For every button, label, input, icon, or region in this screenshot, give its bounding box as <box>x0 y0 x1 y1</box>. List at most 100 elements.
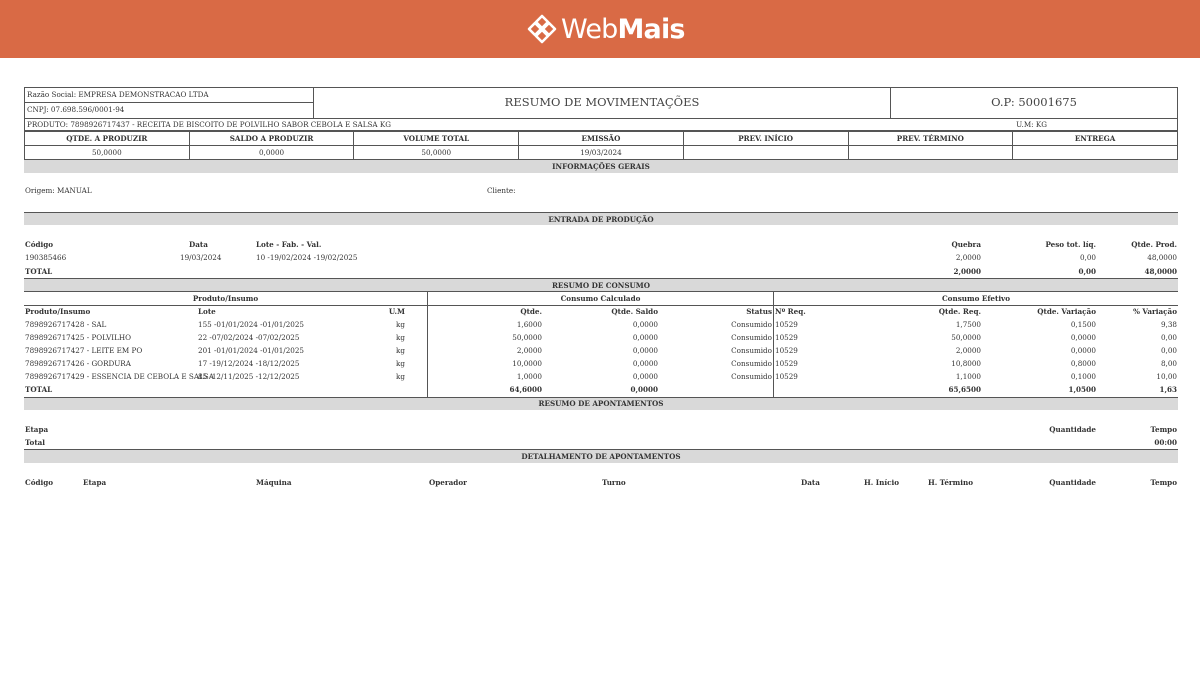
consumo-cell-var: 0,0000 <box>1070 346 1096 355</box>
det-col-data: Data <box>801 478 820 487</box>
consumo-cell-var: 0,1000 <box>1070 372 1096 381</box>
consumo-cell-lote: 85 -12/11/2025 -12/12/2025 <box>198 372 300 381</box>
col-produto: Produto/Insumo <box>25 307 91 316</box>
summary-header: QTDE. A PRODUZIR <box>24 131 190 146</box>
entrada-header-data: Data <box>189 240 208 249</box>
summary-table: QTDE. A PRODUZIR SALDO A PRODUZIR VOLUME… <box>24 131 1178 160</box>
entrada-data: 19/03/2024 <box>180 253 222 262</box>
consumo-cell-nreq: 10529 <box>775 346 798 355</box>
consumo-cell-nreq: 10529 <box>775 372 798 381</box>
consumo-cell-var: 0,8000 <box>1070 359 1096 368</box>
apont-etapa: Etapa <box>25 425 49 434</box>
consumo-cell-var: 0,0000 <box>1070 333 1096 342</box>
group-produto-insumo: Produto/Insumo <box>192 294 259 303</box>
entrada-header-qtde: Qtde. Prod. <box>1131 240 1177 249</box>
apont-tempo: Tempo <box>1150 425 1177 434</box>
consumo-cell-lote: 22 -07/02/2024 -07/02/2025 <box>198 333 300 342</box>
divider <box>773 292 774 397</box>
info-gerais-body: Origem: MANUAL Cliente: <box>24 173 1178 212</box>
consumo-total-variacao: 1,0500 <box>1068 385 1096 394</box>
summary-header: PREV. INÍCIO <box>682 131 849 146</box>
col-saldo: Qtde. Saldo <box>611 307 658 316</box>
consumo-cell-um: kg <box>396 359 405 368</box>
consumo-cell-var: 0,1500 <box>1070 320 1096 329</box>
det-col-h-termino: H. Término <box>928 478 974 487</box>
col-lote: Lote <box>198 307 216 316</box>
top-banner: WebMais <box>0 0 1200 58</box>
consumo-cell-qreq: 1,1000 <box>955 372 981 381</box>
det-col-turno: Turno <box>602 478 626 487</box>
consumo-cell-nreq: 10529 <box>775 359 798 368</box>
consumo-total-qtde: 64,6000 <box>509 385 542 394</box>
col-nreq: Nº Req. <box>775 307 806 316</box>
consumo-cell-saldo: 0,0000 <box>632 320 658 329</box>
consumo-cell-qreq: 10,8000 <box>951 359 981 368</box>
summary-value: 50,0000 <box>353 145 520 160</box>
consumo-cell-produto: 7898926717427 - LEITE EM PO <box>25 346 143 355</box>
divider <box>24 449 1178 450</box>
unit-of-measure: U.M: KG <box>1016 120 1047 129</box>
consumo-body: Produto/Insumo Consumo Calculado Consumo… <box>24 291 1178 398</box>
report-document: Razão Social: EMPRESA DEMONSTRACAO LTDA … <box>24 87 1178 493</box>
det-col-quantidade: Quantidade <box>1049 478 1096 487</box>
consumo-cell-status: Consumido <box>731 320 772 329</box>
consumo-cell-saldo: 0,0000 <box>632 346 658 355</box>
consumo-cell-produto: 7898926717428 - SAL <box>25 320 107 329</box>
razao-social: Razão Social: EMPRESA DEMONSTRACAO LTDA <box>25 88 313 103</box>
consumo-cell-pvar: 0,00 <box>1160 333 1177 342</box>
section-resumo-consumo: RESUMO DE CONSUMO <box>24 278 1178 291</box>
summary-header-row: QTDE. A PRODUZIR SALDO A PRODUZIR VOLUME… <box>24 131 1178 146</box>
consumo-cell-pvar: 10,00 <box>1156 372 1177 381</box>
summary-value: 50,0000 <box>24 145 190 160</box>
consumo-cell-um: kg <box>396 372 405 381</box>
consumo-cell-pvar: 0,00 <box>1160 346 1177 355</box>
entrada-codigo: 190385466 <box>25 253 67 262</box>
consumo-cell-saldo: 0,0000 <box>632 333 658 342</box>
summary-header: EMISSÃO <box>518 131 684 146</box>
col-um: U.M <box>388 307 405 316</box>
apontamentos-body: Etapa Quantidade Tempo Total 00:00 <box>24 410 1178 450</box>
consumo-cell-qreq: 1,7500 <box>955 320 981 329</box>
group-consumo-calculado: Consumo Calculado <box>560 294 641 303</box>
consumo-cell-qtde: 1,6000 <box>516 320 542 329</box>
consumo-cell-qtde: 2,0000 <box>516 346 542 355</box>
consumo-cell-um: kg <box>396 320 405 329</box>
detalhamento-body: Código Etapa Máquina Operador Turno Data… <box>24 463 1178 493</box>
consumo-cell-saldo: 0,0000 <box>632 359 658 368</box>
col-variacao: Qtde. Variação <box>1037 307 1096 316</box>
consumo-cell-pvar: 9,38 <box>1160 320 1177 329</box>
summary-value-row: 50,0000 0,0000 50,0000 19/03/2024 <box>24 145 1178 160</box>
consumo-cell-lote: 201 -01/01/2024 -01/01/2025 <box>198 346 304 355</box>
consumo-cell-status: Consumido <box>731 346 772 355</box>
consumo-cell-lote: 17 -19/12/2024 -18/12/2025 <box>198 359 300 368</box>
consumo-total-pct: 1,63 <box>1159 385 1177 394</box>
summary-value: 19/03/2024 <box>518 145 684 160</box>
det-col-operador: Operador <box>429 478 467 487</box>
product-line: PRODUTO: 7898926717437 - RECEITA DE BISC… <box>25 118 1177 131</box>
consumo-cell-um: kg <box>396 346 405 355</box>
apont-total-tempo: 00:00 <box>1154 438 1177 447</box>
logo-web-text: Web <box>561 13 618 45</box>
report-title: RESUMO DE MOVIMENTAÇÕES <box>314 88 891 118</box>
consumo-cell-produto: 7898926717426 - GORDURA <box>25 359 131 368</box>
consumo-cell-lote: 155 -01/01/2024 -01/01/2025 <box>198 320 304 329</box>
cnpj: CNPJ: 07.698.596/0001-94 <box>27 105 125 114</box>
entrada-total-peso: 0,00 <box>1078 267 1096 276</box>
webmais-logo[interactable]: WebMais <box>526 12 685 46</box>
divider <box>427 292 428 397</box>
summary-value <box>847 145 1014 160</box>
consumo-cell-qtde: 1,0000 <box>516 372 542 381</box>
det-col-h-inicio: H. Início <box>864 478 900 487</box>
entrada-header-quebra: Quebra <box>951 240 981 249</box>
consumo-cell-qtde: 50,0000 <box>512 333 542 342</box>
entrada-qtde: 48,0000 <box>1147 253 1177 262</box>
entrada-header-codigo: Código <box>25 240 54 249</box>
consumo-cell-um: kg <box>396 333 405 342</box>
summary-header: ENTREGA <box>1012 131 1178 146</box>
consumo-cell-status: Consumido <box>731 333 772 342</box>
section-informacoes-gerais: INFORMAÇÕES GERAIS <box>24 160 1178 173</box>
det-col-maquina: Máquina <box>256 478 292 487</box>
entrada-total-quebra: 2,0000 <box>953 267 981 276</box>
apont-quantidade: Quantidade <box>1049 425 1096 434</box>
divider <box>24 397 1178 398</box>
